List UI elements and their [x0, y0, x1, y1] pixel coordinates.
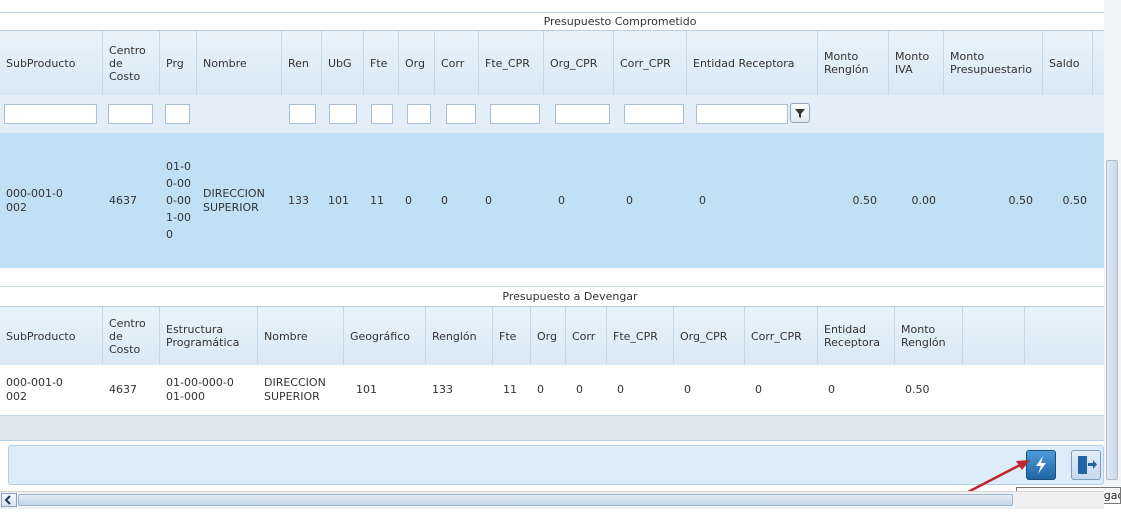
col-org[interactable]: Org — [399, 31, 435, 95]
vertical-scrollbar[interactable] — [1104, 0, 1121, 490]
cell-prg: 01-00-000-001-000 — [166, 160, 191, 241]
filter-org[interactable] — [407, 104, 431, 124]
cell-monto-renglon: 0.50 — [852, 193, 878, 207]
col-monto-presupuestario[interactable]: Monto Presupuestario — [944, 31, 1043, 95]
filter-prg[interactable] — [165, 104, 190, 124]
cell-fte-cpr: 0 — [485, 193, 492, 207]
scroll-left-button[interactable] — [1, 493, 17, 507]
col2-org[interactable]: Org — [531, 307, 566, 365]
filter-ren[interactable] — [289, 104, 316, 124]
cell-fte: 11 — [370, 193, 384, 207]
col2-entidad-receptora[interactable]: Entidad Receptora — [818, 307, 895, 365]
cell2-geografico: 101 — [356, 383, 377, 396]
col-subproducto[interactable]: SubProducto — [0, 31, 103, 95]
col-corr[interactable]: Corr — [435, 31, 479, 95]
filter-ubg[interactable] — [329, 104, 357, 124]
chevron-left-icon — [4, 495, 11, 505]
filter-fte-cpr[interactable] — [490, 104, 540, 124]
cell-corr: 0 — [441, 193, 448, 207]
cell2-centro: 4637 — [109, 383, 137, 396]
top-grid-header: SubProducto Centro de Costo Prg Nombre R… — [0, 30, 1104, 96]
col2-renglon[interactable]: Renglón — [426, 307, 493, 365]
bottom-grid-caption: Presupuesto a Devengar — [502, 290, 638, 303]
col-nombre[interactable]: Nombre — [197, 31, 282, 95]
filter-corr[interactable] — [446, 104, 476, 124]
col-fte-cpr[interactable]: Fte_CPR — [479, 31, 544, 95]
funnel-icon — [795, 109, 805, 118]
filter-corr-cpr[interactable] — [624, 104, 684, 124]
bottom-grid-header: SubProducto Centro de Costo Estructura P… — [0, 306, 1104, 366]
col2-monto-renglon[interactable]: Monto Renglón — [895, 307, 963, 365]
col-entidad-receptora[interactable]: Entidad Receptora — [687, 31, 818, 95]
cell-monto-iva: 0.00 — [911, 193, 937, 207]
col2-fte-cpr[interactable]: Fte_CPR — [607, 307, 674, 365]
cell2-nombre: DIRECCION SUPERIOR — [264, 376, 326, 403]
col2-centro-costo[interactable]: Centro de Costo — [103, 307, 160, 365]
bottom-grid-row[interactable]: 000-001-0002 4637 01-00-000-001-000 DIRE… — [0, 365, 1104, 416]
col-centro-costo[interactable]: Centro de Costo — [103, 31, 160, 95]
filter-button[interactable] — [790, 103, 810, 123]
exit-door-icon — [1078, 456, 1097, 474]
top-grid-caption: Presupuesto Comprometido — [543, 15, 697, 28]
cell-nombre: DIRECCION SUPERIOR — [203, 186, 265, 214]
col-org-cpr[interactable]: Org_CPR — [544, 31, 614, 95]
col-ubg[interactable]: UbG — [322, 31, 364, 95]
horizontal-scroll-thumb[interactable] — [18, 494, 1013, 506]
cell2-corr-cpr: 0 — [755, 383, 762, 396]
cell-org: 0 — [405, 193, 412, 207]
col2-estructura[interactable]: Estructura Programática — [160, 307, 258, 365]
cell2-fte-cpr: 0 — [617, 383, 624, 396]
col2-nombre[interactable]: Nombre — [258, 307, 344, 365]
cell-ubg: 101 — [328, 193, 349, 207]
top-grid-filter-row — [0, 95, 1104, 134]
filter-subproducto[interactable] — [4, 104, 97, 124]
cell-entidad: 0 — [699, 193, 706, 207]
action-toolbar — [8, 445, 1104, 485]
col2-fte[interactable]: Fte — [493, 307, 531, 365]
cell2-monto-renglon: 0.50 — [905, 383, 930, 396]
cell2-org: 0 — [537, 383, 544, 396]
cell-corr-cpr: 0 — [626, 193, 633, 207]
horizontal-scrollbar[interactable] — [0, 491, 1104, 509]
cell-org-cpr: 0 — [558, 193, 565, 207]
filter-org-cpr[interactable] — [555, 104, 610, 124]
bottom-grid-empty-area — [0, 416, 1104, 441]
col-monto-renglon[interactable]: Monto Renglón — [818, 31, 889, 95]
col-prg[interactable]: Prg — [160, 31, 197, 95]
col-saldo[interactable]: Saldo — [1043, 31, 1093, 95]
col-overflow — [1093, 31, 1104, 95]
exit-button[interactable] — [1071, 450, 1101, 480]
cell2-estructura: 01-00-000-001-000 — [166, 376, 234, 403]
cell2-fte: 11 — [503, 383, 517, 396]
col2-geografico[interactable]: Geográfico — [344, 307, 426, 365]
col2-empty-2 — [1025, 307, 1104, 365]
col-monto-iva[interactable]: Monto IVA — [889, 31, 944, 95]
filter-fte[interactable] — [371, 104, 393, 124]
col2-corr-cpr[interactable]: Corr_CPR — [745, 307, 818, 365]
cell-monto-presupuestario: 0.50 — [1008, 193, 1034, 207]
cell-ren: 133 — [288, 193, 309, 207]
col-fte[interactable]: Fte — [364, 31, 399, 95]
col2-corr[interactable]: Corr — [566, 307, 607, 365]
vertical-scroll-thumb[interactable] — [1106, 160, 1118, 480]
cell2-subproducto: 000-001-0002 — [6, 376, 63, 403]
cell-subproducto: 000-001-0002 — [6, 186, 63, 214]
col-corr-cpr[interactable]: Corr_CPR — [614, 31, 687, 95]
col-ren[interactable]: Ren — [282, 31, 322, 95]
col2-org-cpr[interactable]: Org_CPR — [674, 307, 745, 365]
cell-centro: 4637 — [109, 193, 137, 207]
cell2-entidad: 0 — [828, 383, 835, 396]
filter-centro[interactable] — [108, 104, 153, 124]
cell2-renglon: 133 — [432, 383, 453, 396]
cell2-org-cpr: 0 — [684, 383, 691, 396]
filter-entidad[interactable] — [696, 104, 788, 124]
cell2-corr: 0 — [576, 383, 583, 396]
section-divider — [0, 286, 1104, 287]
col2-empty — [963, 307, 1025, 365]
col2-subproducto[interactable]: SubProducto — [0, 307, 103, 365]
top-grid-row-selected[interactable]: 000-001-0002 4637 01-00-000-001-000 DIRE… — [0, 133, 1104, 268]
cell-saldo: 0.50 — [1062, 193, 1088, 207]
